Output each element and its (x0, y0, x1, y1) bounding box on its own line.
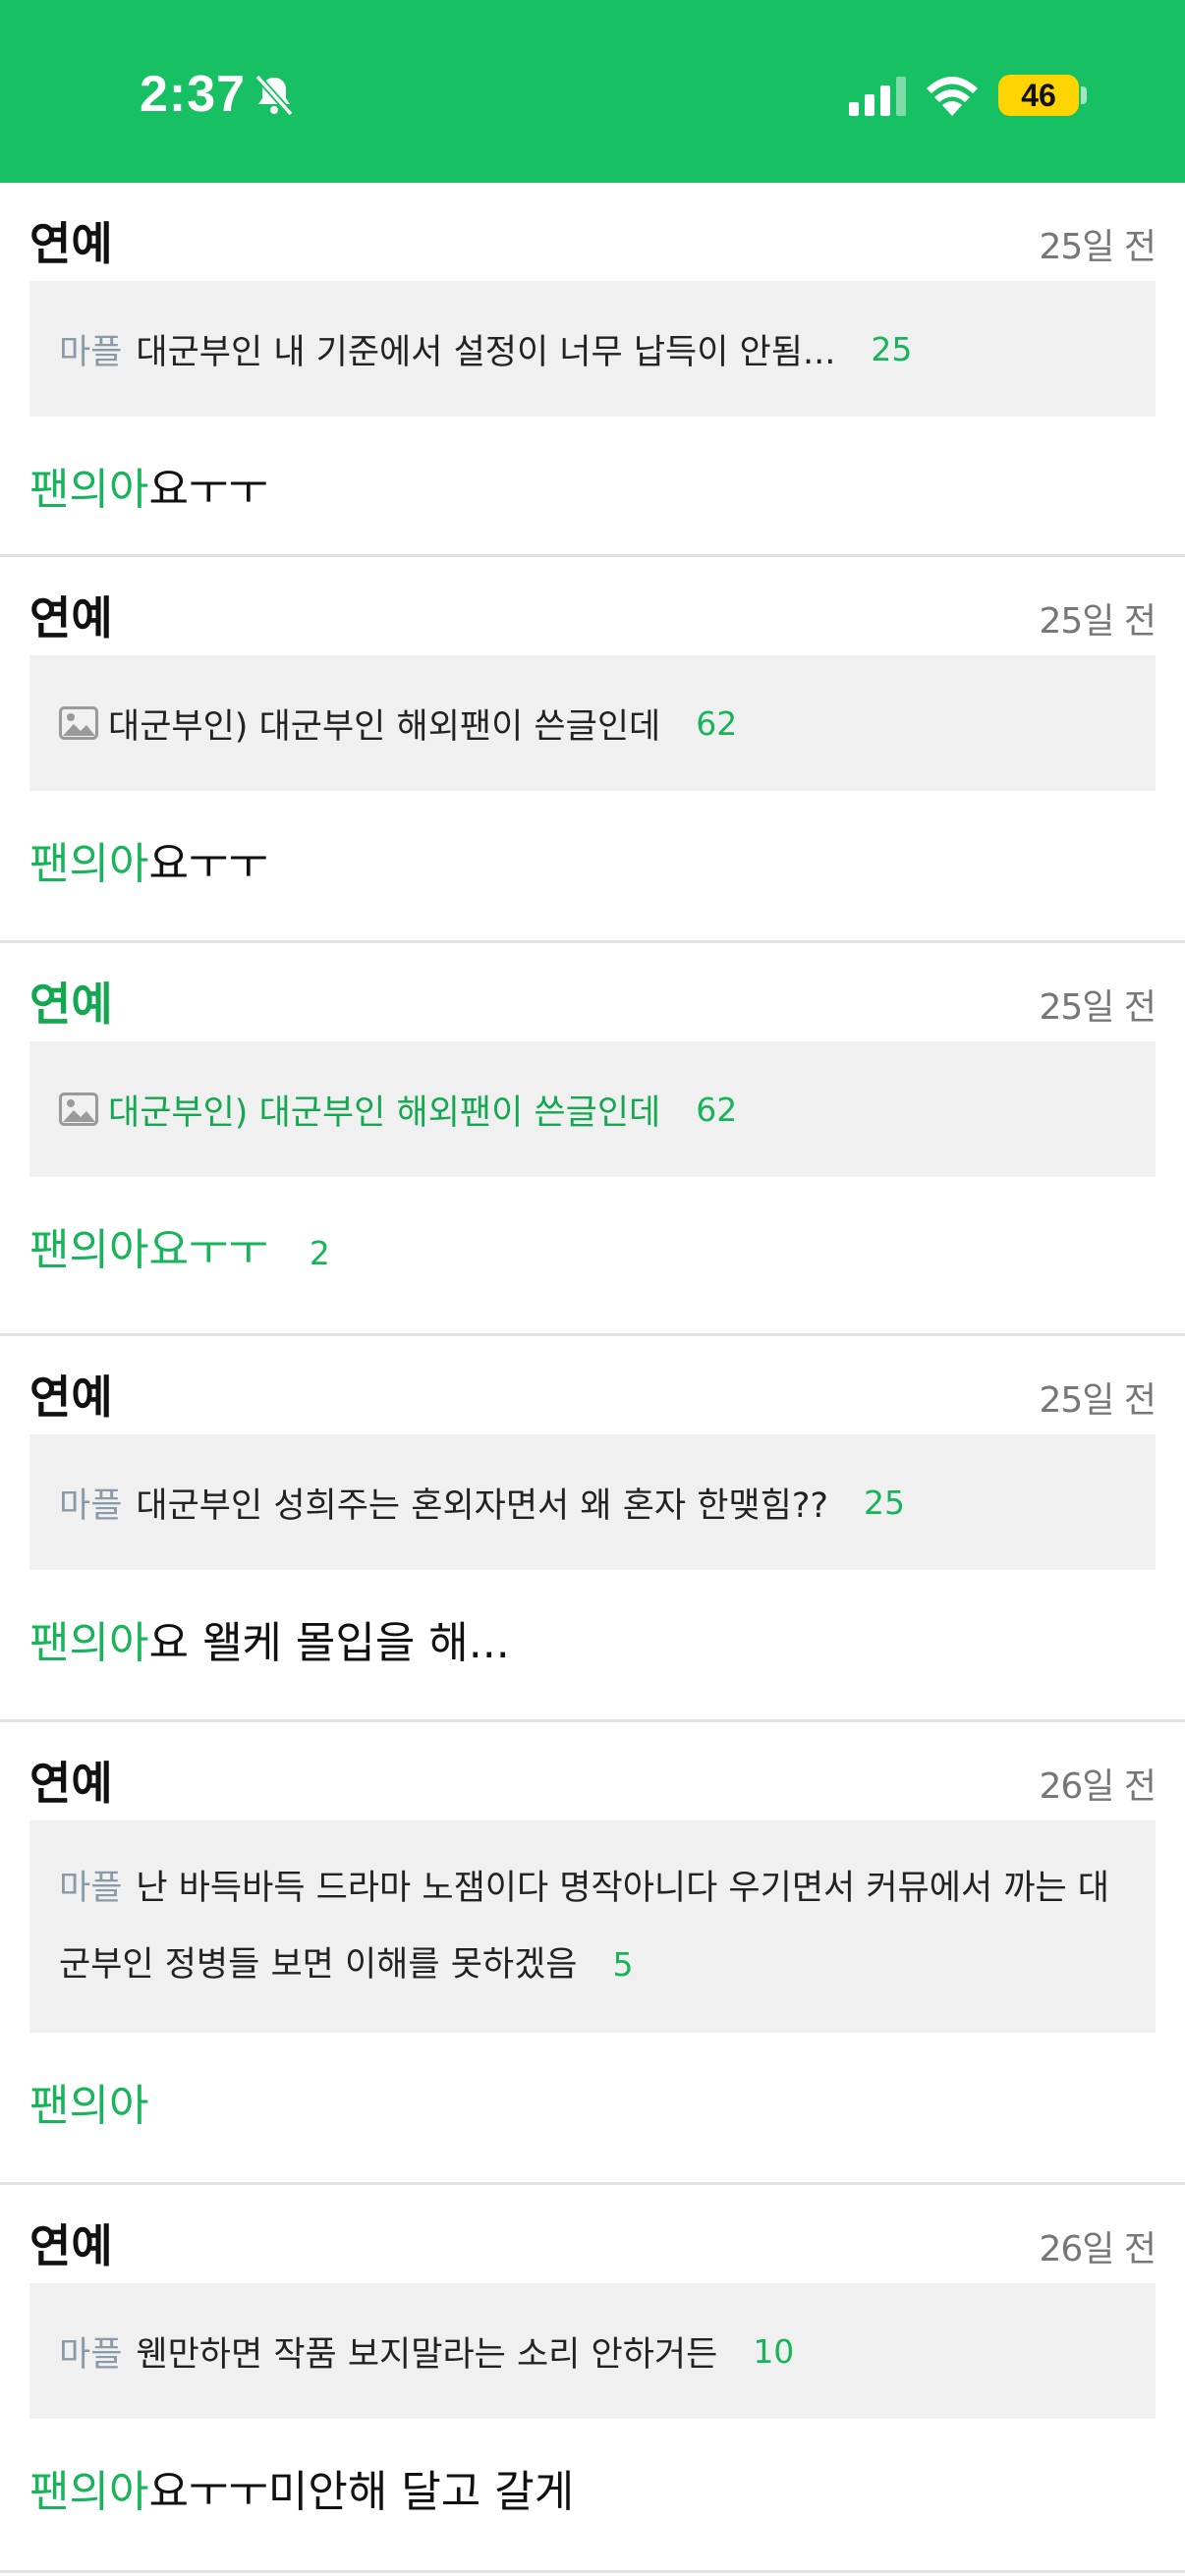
feed-item[interactable]: 연예 25일 전 대군부인) 대군부인 해외팬이 쓴글인데 62 팬의아요ㅜㅜ 2 (0, 943, 1185, 1336)
comment-nickname: 팬의아요ㅜㅜ (29, 1225, 268, 1275)
timestamp: 25일 전 (1039, 601, 1157, 642)
post-title: 난 바득바득 드라마 노잼이다 명작아니다 우기면서 커뮤에서 까는 대군부인 … (59, 1869, 1110, 1985)
post-title: 대군부인) 대군부인 해외팬이 쓴글인데 (108, 1092, 661, 1133)
comment-text: 팬의아요ㅜㅜ 2 (0, 1214, 1185, 1277)
image-icon (59, 1092, 98, 1126)
image-icon (59, 706, 98, 740)
comment-text: 팬의아요 왤케 몰입을 해... (0, 1607, 1185, 1670)
timestamp: 25일 전 (1039, 227, 1157, 267)
cellular-signal-icon (849, 77, 906, 116)
feed-item[interactable]: 연예 26일 전 마플 웬만하면 작품 보지말라는 소리 안하거든 10 팬의아… (0, 2185, 1185, 2573)
category-label: 연예 (29, 978, 113, 1031)
feed-item[interactable]: 연예 25일 전 마플 대군부인 내 기준에서 설정이 너무 납득이 안됨...… (0, 183, 1185, 557)
comment-body: 요 왤케 몰입을 해... (148, 1618, 510, 1668)
timestamp: 26일 전 (1039, 2229, 1157, 2269)
comment-body: 요ㅜㅜ (148, 839, 268, 889)
comment-count: 62 (696, 703, 738, 743)
post-tag: 마플 (59, 2334, 123, 2375)
feed-item[interactable]: 연예 25일 전 대군부인) 대군부인 해외팬이 쓴글인데 62 팬의아요ㅜㅜ (0, 557, 1185, 943)
wifi-icon (927, 77, 978, 116)
category-label: 연예 (29, 2219, 113, 2272)
comment-nickname: 팬의아 (29, 2467, 149, 2517)
activity-feed: 연예 25일 전 마플 대군부인 내 기준에서 설정이 너무 납득이 안됨...… (0, 183, 1185, 2573)
comment-count: 25 (871, 329, 913, 368)
timestamp: 25일 전 (1039, 1380, 1157, 1421)
feed-item[interactable]: 연예 26일 전 마플 난 바득바득 드라마 노잼이다 명작아니다 우기면서 커뮤… (0, 1722, 1185, 2185)
comment-text: 팬의아요ㅜㅜ (0, 454, 1185, 517)
timestamp: 26일 전 (1039, 1766, 1157, 1807)
battery-level: 46 (998, 75, 1079, 116)
comment-nickname: 팬의아 (29, 465, 149, 515)
post-tag: 마플 (59, 1485, 123, 1526)
comment-count: 62 (696, 1090, 738, 1129)
comment-text: 팬의아요ㅜㅜ (0, 828, 1185, 891)
comment-text: 팬의아 (0, 2070, 1185, 2133)
comment-nickname: 팬의아 (29, 1618, 149, 1668)
comment-nickname: 팬의아 (29, 2081, 149, 2131)
category-label: 연예 (29, 1371, 113, 1424)
post-preview[interactable]: 대군부인) 대군부인 해외팬이 쓴글인데 62 (29, 655, 1156, 791)
post-title: 웬만하면 작품 보지말라는 소리 안하거든 (136, 2334, 718, 2375)
comment-nickname: 팬의아 (29, 839, 149, 889)
post-title: 대군부인 내 기준에서 설정이 너무 납득이 안됨... (136, 332, 836, 372)
timestamp: 25일 전 (1039, 987, 1157, 1028)
post-title: 대군부인) 대군부인 해외팬이 쓴글인데 (108, 706, 661, 747)
post-preview[interactable]: 마플 난 바득바득 드라마 노잼이다 명작아니다 우기면서 커뮤에서 까는 대군부… (29, 1820, 1156, 2033)
feed-item[interactable]: 연예 25일 전 마플 대군부인 성희주는 혼외자면서 왜 혼자 한맺힘?? 2… (0, 1336, 1185, 1722)
status-time: 2:37 (140, 66, 247, 123)
comment-count: 5 (612, 1945, 634, 1984)
post-preview[interactable]: 마플 웬만하면 작품 보지말라는 소리 안하거든 10 (29, 2283, 1156, 2419)
comment-body: 요ㅜㅜ (148, 465, 268, 515)
post-text-wrap: 마플 난 바득바득 드라마 노잼이다 명작아니다 우기면서 커뮤에서 까는 대군부… (59, 1850, 1126, 2003)
reply-count: 2 (309, 1234, 330, 1272)
post-preview[interactable]: 대군부인) 대군부인 해외팬이 쓴글인데 62 (29, 1041, 1156, 1177)
category-label: 연예 (29, 591, 113, 644)
status-bar: 2:37 46 (0, 0, 1185, 183)
post-title: 대군부인 성희주는 혼외자면서 왜 혼자 한맺힘?? (136, 1485, 828, 1526)
post-tag: 마플 (59, 1869, 123, 1908)
category-label: 연예 (29, 1757, 113, 1810)
comment-count: 25 (864, 1483, 905, 1522)
comment-text: 팬의아요ㅜㅜ미안해 달고 갈게 (0, 2456, 1185, 2519)
post-preview[interactable]: 마플 대군부인 성희주는 혼외자면서 왜 혼자 한맺힘?? 25 (29, 1434, 1156, 1570)
comment-count: 10 (753, 2331, 795, 2371)
comment-body: 요ㅜㅜ미안해 달고 갈게 (148, 2467, 575, 2517)
post-preview[interactable]: 마플 대군부인 내 기준에서 설정이 너무 납득이 안됨... 25 (29, 281, 1156, 417)
bell-muted-icon (254, 74, 294, 117)
battery-nub (1081, 86, 1087, 104)
category-label: 연예 (29, 217, 113, 270)
post-tag: 마플 (59, 332, 123, 372)
